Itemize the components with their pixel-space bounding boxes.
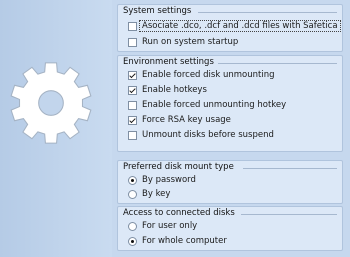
checkbox-box[interactable] bbox=[128, 130, 137, 140]
radio-label: By key bbox=[142, 189, 171, 199]
checkbox-box[interactable] bbox=[128, 37, 137, 47]
checkbox-label: Enable hotkeys bbox=[142, 85, 207, 95]
associate-files-checkbox[interactable]: Asociate .dco, .dcf and .dcd files with … bbox=[128, 20, 341, 32]
group-title: Environment settings bbox=[123, 57, 214, 67]
force-rsa-checkbox[interactable]: Force RSA key usage bbox=[128, 114, 231, 126]
by-password-radio[interactable]: By password bbox=[128, 174, 196, 186]
unmount-before-suspend-checkbox[interactable]: Unmount disks before suspend bbox=[128, 129, 274, 141]
for-whole-computer-radio[interactable]: For whole computer bbox=[128, 235, 227, 247]
system-settings-group: System settings Asociate .dco, .dcf and … bbox=[117, 4, 343, 52]
checkbox-label: Enable forced disk unmounting bbox=[142, 70, 275, 80]
checkbox-box[interactable] bbox=[128, 100, 137, 110]
left-panel bbox=[0, 0, 112, 257]
checkbox-box[interactable] bbox=[128, 21, 137, 31]
checkbox-label: Asociate .dco, .dcf and .dcd files with … bbox=[139, 20, 341, 32]
radio-label: For whole computer bbox=[142, 236, 227, 246]
disk-access-group: Access to connected disks For user only … bbox=[117, 206, 343, 251]
enable-hotkeys-checkbox[interactable]: Enable hotkeys bbox=[128, 84, 207, 96]
group-title: Access to connected disks bbox=[123, 208, 235, 218]
checkbox-box[interactable] bbox=[128, 115, 137, 125]
radio-label: For user only bbox=[142, 221, 198, 231]
checkbox-label: Unmount disks before suspend bbox=[142, 130, 274, 140]
by-key-radio[interactable]: By key bbox=[128, 188, 170, 200]
checkbox-label: Force RSA key usage bbox=[142, 115, 231, 125]
checkbox-label: Run on system startup bbox=[142, 37, 239, 47]
environment-settings-group: Environment settings Enable forced disk … bbox=[117, 55, 343, 152]
group-title: Preferred disk mount type bbox=[123, 162, 234, 172]
radio-button[interactable] bbox=[128, 175, 137, 185]
checkbox-box[interactable] bbox=[128, 85, 137, 95]
gear-icon bbox=[10, 62, 92, 144]
enable-forced-unmount-checkbox[interactable]: Enable forced disk unmounting bbox=[128, 69, 274, 81]
radio-button[interactable] bbox=[128, 189, 137, 199]
radio-label: By password bbox=[142, 175, 196, 185]
mount-type-group: Preferred disk mount type By password By… bbox=[117, 160, 343, 204]
enable-unmount-hotkey-checkbox[interactable]: Enable forced unmounting hotkey bbox=[128, 99, 286, 111]
radio-button[interactable] bbox=[128, 236, 137, 246]
group-title: System settings bbox=[123, 6, 192, 16]
run-on-startup-checkbox[interactable]: Run on system startup bbox=[128, 36, 238, 48]
checkbox-label: Enable forced unmounting hotkey bbox=[142, 100, 287, 110]
for-user-only-radio[interactable]: For user only bbox=[128, 220, 197, 232]
checkbox-box[interactable] bbox=[128, 70, 137, 80]
radio-button[interactable] bbox=[128, 221, 137, 231]
